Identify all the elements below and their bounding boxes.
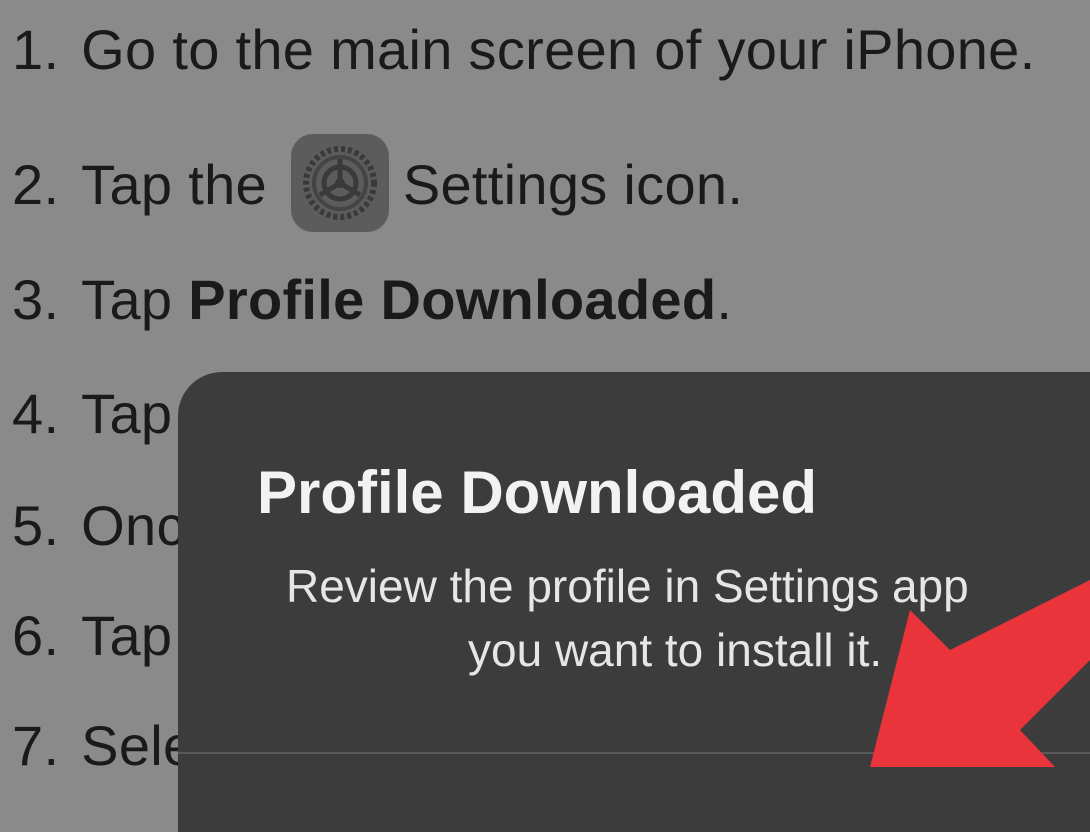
step-text: Tap — [81, 604, 173, 667]
step-number: 2. — [12, 152, 76, 216]
alert-title: Profile Downloaded — [256, 459, 818, 526]
instruction-step-7: 7. Sele — [12, 718, 194, 774]
step-text: Tap the — [81, 152, 283, 216]
step-number: 6. — [12, 604, 76, 667]
instruction-step-6: 6. Tap — [12, 608, 172, 664]
step-text: Tap — [81, 382, 173, 445]
settings-gear-icon — [290, 134, 389, 232]
step-text-after: . — [716, 268, 733, 331]
step-number: 3. — [12, 268, 76, 331]
step-number: 4. — [12, 382, 76, 445]
step-number: 7. — [12, 714, 76, 777]
step-text: Tap — [81, 268, 173, 331]
instruction-step-4: 4. Tap — [12, 386, 172, 442]
step-text-after: Settings icon. — [402, 152, 744, 216]
instruction-step-1: 1. Go to the main screen of your iPhone. — [12, 22, 1035, 78]
red-arrow-icon — [870, 580, 1090, 767]
step-text: Go to the main screen of your iPhone. — [81, 18, 1036, 81]
instruction-step-3: 3. Tap Profile Downloaded. — [12, 272, 732, 328]
step-bold-text: Profile Downloaded — [188, 268, 717, 331]
step-number: 1. — [12, 18, 76, 81]
instruction-step-2: 2. Tap the Settings icon. — [12, 134, 744, 238]
alert-message-line-1: Review the profile in Settings app — [286, 560, 969, 612]
